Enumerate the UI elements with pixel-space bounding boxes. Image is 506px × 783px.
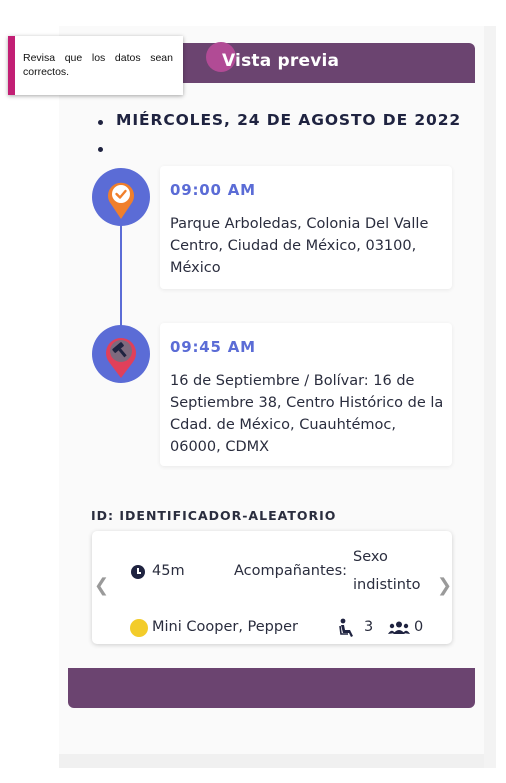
vehicle-color-swatch	[130, 619, 148, 637]
companions-value: Sexo	[353, 549, 388, 565]
checkmark-pin-icon	[92, 168, 150, 226]
stop-time: 09:00 AM	[170, 181, 256, 199]
trip-id: ID: IDENTIFICADOR-ALEATORIO	[91, 508, 337, 523]
stop-address: 16 de Septiembre / Bolívar: 16 de Septie…	[170, 373, 444, 455]
scrollbar-track[interactable]	[484, 26, 496, 768]
companions-value: indistinto	[353, 577, 421, 593]
preview-footer	[68, 668, 475, 708]
chevron-left-icon[interactable]: ❮	[94, 575, 109, 596]
help-tooltip: Revisa que los datos sean correctos.	[8, 36, 183, 95]
chevron-right-icon[interactable]: ❯	[437, 575, 452, 596]
vehicle-name: Mini Cooper, Pepper	[152, 619, 298, 635]
seats-count: 3	[364, 619, 374, 635]
gavel-pin-icon	[92, 325, 150, 383]
trip-date: MIÉRCOLES, 24 DE AGOSTO DE 2022	[116, 111, 462, 129]
companions-label: Acompañantes:	[234, 563, 348, 579]
panel-bottom-edge	[59, 754, 484, 768]
timeline-connector	[120, 215, 122, 333]
tooltip-accent-bar	[8, 36, 15, 95]
group-icon	[388, 621, 410, 634]
preview-title: Vista previa	[222, 51, 340, 71]
seat-icon	[339, 618, 353, 637]
clock-icon	[131, 565, 145, 579]
stop-card: 09:45 AM 16 de Septiembre / Bolívar: 16 …	[160, 323, 452, 466]
empty-bullet	[98, 147, 103, 152]
stop-address: Parque Arboledas, Colonia Del Valle Cent…	[170, 216, 429, 276]
trip-duration: 45m	[152, 563, 185, 579]
date-bullet	[98, 120, 103, 125]
stop-time: 09:45 AM	[170, 338, 256, 356]
stop-card: 09:00 AM Parque Arboledas, Colonia Del V…	[160, 166, 452, 289]
tooltip-text: Revisa que los datos sean correctos.	[23, 52, 173, 78]
group-count: 0	[414, 619, 424, 635]
